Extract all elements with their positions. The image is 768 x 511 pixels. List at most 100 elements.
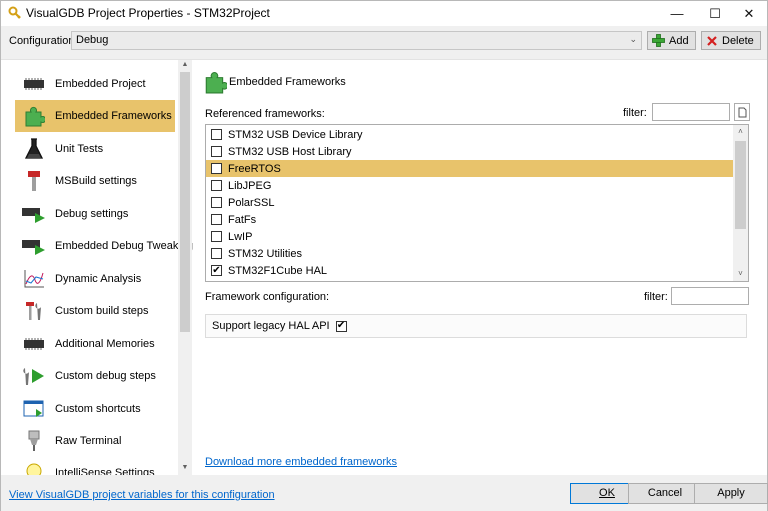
close-button[interactable]: ✕ bbox=[731, 1, 767, 26]
cancel-button[interactable]: Cancel bbox=[628, 483, 702, 504]
project-variables-link[interactable]: View VisualGDB project variables for thi… bbox=[9, 489, 275, 501]
framework-label: STM32 USB Device Library bbox=[228, 128, 363, 141]
sidebar-item-raw-terminal[interactable]: Raw Terminal bbox=[15, 425, 175, 457]
sidebar-item-label: Unit Tests bbox=[55, 143, 104, 155]
puzzle-icon bbox=[21, 104, 47, 128]
sidebar-item-label: Embedded Frameworks bbox=[55, 110, 172, 122]
framework-checkbox[interactable]: ✔ bbox=[211, 265, 222, 276]
ok-button-label: OK bbox=[599, 487, 615, 499]
framework-checkbox[interactable] bbox=[211, 197, 222, 208]
sidebar-item-custom-build-steps[interactable]: Custom build steps bbox=[15, 295, 175, 327]
configuration-row: Configuration: Debug ⌄ Add Delete bbox=[1, 31, 767, 53]
legacy-hal-checkbox[interactable]: ✔ bbox=[335, 320, 347, 332]
plus-icon bbox=[652, 34, 665, 47]
page-title: Embedded Frameworks bbox=[229, 76, 346, 88]
sidebar-scroll-thumb[interactable] bbox=[180, 72, 190, 332]
sidebar-item-label: Custom debug steps bbox=[55, 370, 156, 382]
title-bar: VisualGDB Project Properties - STM32Proj… bbox=[1, 1, 767, 26]
sidebar-scrollbar[interactable]: ▲ ▼ bbox=[178, 60, 192, 476]
referenced-frameworks-label: Referenced frameworks: bbox=[205, 108, 325, 120]
sidebar-item-custom-shortcuts[interactable]: Custom shortcuts bbox=[15, 393, 175, 425]
sidebar-item-label: Dynamic Analysis bbox=[55, 273, 142, 285]
flask-icon bbox=[21, 137, 47, 161]
sidebar-item-label: Custom build steps bbox=[55, 305, 149, 317]
list-item[interactable]: ✔ STM32F1Cube HAL bbox=[206, 262, 734, 279]
list-item[interactable]: STM32 USB Device Library bbox=[206, 126, 734, 143]
dialog-window: VisualGDB Project Properties - STM32Proj… bbox=[0, 0, 768, 511]
configuration-value: Debug bbox=[76, 34, 109, 46]
framework-label: STM32 Utilities bbox=[228, 247, 302, 260]
sidebar-item-label: Debug settings bbox=[55, 208, 129, 220]
content-area: Embedded Project Embedded Frameworks Uni… bbox=[1, 59, 767, 476]
sidebar-item-embedded-debug-tweaking[interactable]: Embedded Debug Tweaking bbox=[15, 230, 193, 262]
list-item[interactable]: PolarSSL bbox=[206, 194, 734, 211]
chart-icon bbox=[21, 267, 47, 291]
sidebar-item-intellisense-settings[interactable]: IntelliSense Settings bbox=[15, 457, 175, 476]
sidebar: Embedded Project Embedded Frameworks Uni… bbox=[1, 60, 193, 476]
sidebar-item-label: Additional Memories bbox=[55, 338, 155, 350]
delete-button[interactable]: Delete bbox=[701, 31, 761, 50]
frameworks-scroll-thumb[interactable] bbox=[735, 141, 746, 229]
filter-label: filter: bbox=[623, 107, 647, 119]
framework-label: LibJPEG bbox=[228, 179, 272, 192]
sidebar-item-msbuild-settings[interactable]: MSBuild settings bbox=[15, 165, 175, 197]
chevron-up-icon[interactable]: ˄ bbox=[733, 125, 748, 139]
sidebar-item-label: Embedded Project bbox=[55, 78, 146, 90]
frameworks-list: STM32 USB Device Library STM32 USB Host … bbox=[205, 124, 749, 282]
sidebar-item-label: Embedded Debug Tweaking bbox=[55, 240, 193, 252]
sidebar-item-debug-settings[interactable]: Debug settings bbox=[15, 198, 175, 230]
sidebar-item-dynamic-analysis[interactable]: Dynamic Analysis bbox=[15, 263, 175, 295]
configuration-select[interactable]: Debug ⌄ bbox=[71, 31, 642, 50]
sidebar-item-label: MSBuild settings bbox=[55, 175, 137, 187]
document-icon bbox=[738, 107, 746, 117]
framework-checkbox[interactable] bbox=[211, 248, 222, 259]
sidebar-item-additional-memories[interactable]: Additional Memories bbox=[15, 328, 175, 360]
wrench-play-icon bbox=[21, 364, 47, 388]
list-item[interactable]: STM32 Utilities bbox=[206, 245, 734, 262]
framework-configuration-area: Support legacy HAL API ✔ bbox=[205, 314, 747, 338]
visualgdb-logo-icon bbox=[8, 6, 21, 19]
add-button[interactable]: Add bbox=[647, 31, 696, 50]
chip-icon bbox=[21, 72, 47, 96]
filter-options-button[interactable] bbox=[734, 103, 750, 121]
list-item[interactable]: FreeRTOS bbox=[206, 160, 734, 177]
frameworks-filter-input[interactable] bbox=[652, 103, 730, 121]
window-title: VisualGDB Project Properties - STM32Proj… bbox=[26, 6, 270, 20]
dialog-footer: View VisualGDB project variables for thi… bbox=[1, 475, 768, 511]
apply-button[interactable]: Apply bbox=[694, 483, 768, 504]
frameworks-scrollbar[interactable]: ˄ ˅ bbox=[733, 125, 748, 281]
framework-checkbox[interactable] bbox=[211, 163, 222, 174]
framework-checkbox[interactable] bbox=[211, 214, 222, 225]
framework-label: LwIP bbox=[228, 230, 253, 243]
chip-play-icon bbox=[21, 234, 47, 258]
framework-checkbox[interactable] bbox=[211, 180, 222, 191]
cancel-button-label: Cancel bbox=[647, 487, 683, 499]
list-item[interactable]: LibJPEG bbox=[206, 177, 734, 194]
scroll-up-icon[interactable]: ▲ bbox=[180, 61, 190, 71]
bulb-icon bbox=[21, 461, 47, 476]
sidebar-item-embedded-frameworks[interactable]: Embedded Frameworks bbox=[15, 100, 175, 132]
maximize-button[interactable]: ☐ bbox=[697, 1, 733, 26]
config-filter-input[interactable] bbox=[671, 287, 749, 305]
framework-checkbox[interactable] bbox=[211, 129, 222, 140]
framework-checkbox[interactable] bbox=[211, 231, 222, 242]
list-item[interactable]: LwIP bbox=[206, 228, 734, 245]
sidebar-item-custom-debug-steps[interactable]: Custom debug steps bbox=[15, 360, 175, 392]
tools-icon bbox=[21, 299, 47, 323]
configuration-label: Configuration: bbox=[9, 35, 78, 47]
add-button-label: Add bbox=[669, 34, 689, 47]
framework-label: STM32F1Cube HAL bbox=[228, 264, 328, 277]
sidebar-item-unit-tests[interactable]: Unit Tests bbox=[15, 133, 175, 165]
minimize-button[interactable]: — bbox=[659, 1, 695, 26]
delete-x-icon bbox=[707, 35, 717, 46]
chevron-down-icon[interactable]: ˅ bbox=[733, 267, 748, 281]
framework-checkbox[interactable] bbox=[211, 146, 222, 157]
list-item[interactable]: FatFs bbox=[206, 211, 734, 228]
sidebar-item-embedded-project[interactable]: Embedded Project bbox=[15, 68, 175, 100]
legacy-hal-label: Support legacy HAL API bbox=[212, 320, 330, 332]
list-item[interactable]: STM32 USB Host Library bbox=[206, 143, 734, 160]
framework-label: FreeRTOS bbox=[228, 162, 281, 175]
scroll-down-icon[interactable]: ▼ bbox=[180, 464, 190, 474]
download-frameworks-link[interactable]: Download more embedded frameworks bbox=[205, 456, 397, 468]
chip-play-icon bbox=[21, 202, 47, 226]
